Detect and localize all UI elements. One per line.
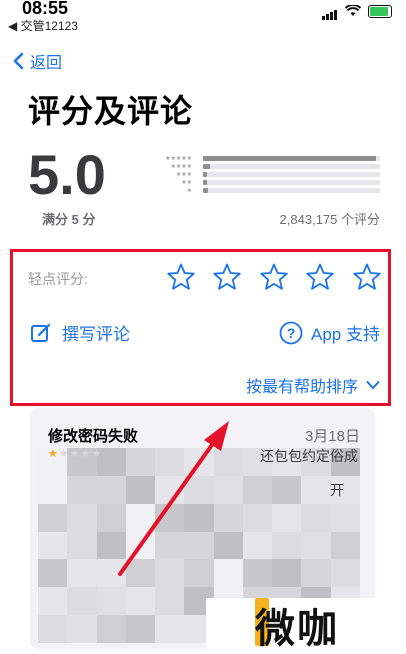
- annotation-arrow: [118, 421, 229, 576]
- watermark-logo: 微咖: [255, 607, 339, 651]
